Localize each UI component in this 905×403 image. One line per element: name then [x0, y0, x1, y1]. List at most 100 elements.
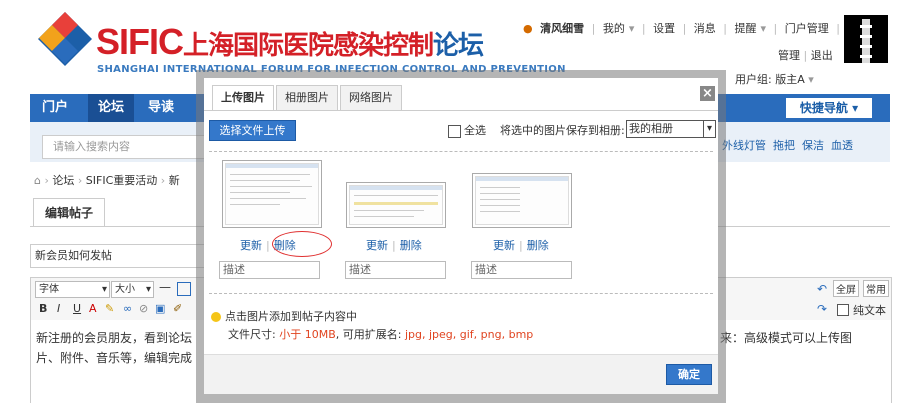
- insert-hint: 点击图片添加到帖子内容中: [211, 308, 357, 324]
- logo-cn-forum: 论坛: [433, 30, 484, 60]
- upload-file-button[interactable]: 选择文件上传: [209, 120, 296, 141]
- select-all[interactable]: 全选 将选中的图片保存到相册:: [448, 122, 625, 138]
- avatar-image-icon: [844, 15, 888, 63]
- highlight-icon[interactable]: ✎: [105, 302, 114, 315]
- logo-mark-icon: [38, 12, 92, 66]
- replace-image-link[interactable]: 更新: [493, 239, 515, 252]
- image-description-input[interactable]: 描述: [471, 261, 572, 279]
- user-group[interactable]: 用户组: 版主A ▾: [735, 71, 814, 87]
- file-size-label: 文件尺寸:: [228, 328, 276, 341]
- logout-link[interactable]: 退出: [811, 49, 833, 62]
- user-icon: ●: [523, 22, 533, 35]
- save-to-album-label: 将选中的图片保存到相册:: [500, 124, 625, 137]
- breadcrumb-item[interactable]: 新: [169, 174, 180, 187]
- link-icon[interactable]: ∞: [123, 302, 132, 315]
- lightbulb-icon: [211, 312, 221, 322]
- plain-text-checkbox[interactable]: [837, 304, 849, 316]
- select-all-checkbox[interactable]: [448, 124, 461, 138]
- ext-label: , 可用扩展名:: [335, 328, 402, 341]
- quick-nav-button[interactable]: 快捷导航 ▾: [786, 98, 872, 118]
- delete-image-link[interactable]: 删除: [527, 239, 549, 252]
- avatar[interactable]: [844, 15, 888, 63]
- image-actions: 更新 | 删除: [493, 239, 549, 252]
- notify-menu[interactable]: 提醒: [735, 22, 757, 35]
- highlight-annotation: [272, 231, 332, 257]
- unlink-icon[interactable]: ⊘: [139, 302, 148, 315]
- quick-nav-label: 快捷导航: [799, 101, 848, 115]
- font-select[interactable]: 字体 ▾: [35, 281, 110, 298]
- editor-text-left: 新注册的会员朋友，看到论坛片、附件、音乐等，编辑完成: [36, 331, 193, 365]
- tab-edit-post[interactable]: 编辑帖子: [33, 198, 105, 227]
- tab-web-image[interactable]: 网络图片: [340, 85, 402, 111]
- user-toolbar-row2: 管理 | 退出: [778, 49, 833, 62]
- chevron-down-icon: ▾: [145, 284, 151, 295]
- image-icon[interactable]: ▣: [155, 302, 165, 315]
- admin-link[interactable]: 管理: [778, 49, 800, 62]
- file-size-info: 文件尺寸: 小于 10MB, 可用扩展名: jpg, jpeg, gif, pn…: [228, 326, 533, 342]
- divider: [209, 151, 713, 152]
- hot-word[interactable]: 外线灯管: [722, 139, 766, 152]
- dialog-footer: [204, 354, 718, 394]
- insert-hint-text: 点击图片添加到帖子内容中: [225, 310, 357, 323]
- close-icon[interactable]: ×: [700, 86, 715, 101]
- common-button[interactable]: 常用: [863, 280, 889, 297]
- image-description-input[interactable]: 描述: [219, 261, 320, 279]
- ext-value: jpg, jpeg, gif, png, bmp: [404, 328, 534, 341]
- messages-link[interactable]: 消息: [694, 22, 716, 35]
- redo-icon[interactable]: ↷: [817, 302, 827, 316]
- breadcrumb-item[interactable]: 论坛: [52, 174, 74, 187]
- size-select-label: 大小: [115, 284, 135, 295]
- uploaded-image-thumb[interactable]: [346, 182, 446, 228]
- brush-icon[interactable]: ✐: [173, 302, 182, 315]
- font-color-icon[interactable]: A: [89, 302, 97, 315]
- chevron-down-icon: ▾: [852, 101, 859, 115]
- image-upload-dialog: 上传图片 相册图片 网络图片 × 选择文件上传 全选 将选中的图片保存到相册: …: [204, 78, 718, 394]
- chevron-down-icon: ▾: [101, 284, 107, 295]
- chevron-down-icon: ▾: [702, 121, 715, 137]
- image-actions: 更新 | 删除: [366, 239, 422, 252]
- italic-icon[interactable]: I: [57, 302, 60, 315]
- settings-link[interactable]: 设置: [653, 22, 675, 35]
- my-menu[interactable]: 我的: [603, 22, 625, 35]
- album-select[interactable]: 我的相册 ▾: [626, 120, 716, 138]
- chevron-down-icon: ▾: [760, 22, 767, 35]
- hot-word[interactable]: 保洁: [802, 139, 824, 152]
- hot-word[interactable]: 拖把: [773, 139, 795, 152]
- full-screen-button[interactable]: 全屏: [833, 280, 859, 297]
- hot-word[interactable]: 血透: [831, 139, 853, 152]
- user-group-label: 用户组: 版主A: [735, 73, 805, 86]
- site-logo[interactable]: SIFIC上海国际医院感染控制论坛: [96, 22, 484, 65]
- bold-icon[interactable]: B: [39, 302, 47, 315]
- plain-text-label: 纯文本: [853, 304, 886, 317]
- underline-icon[interactable]: U: [73, 302, 81, 315]
- uploaded-image-thumb[interactable]: [222, 160, 322, 228]
- delete-image-link[interactable]: 删除: [400, 239, 422, 252]
- replace-image-link[interactable]: 更新: [240, 239, 262, 252]
- uploaded-image-thumb[interactable]: [472, 173, 572, 228]
- size-select[interactable]: 大小 ▾: [111, 281, 154, 298]
- nav-item-portal[interactable]: 门户: [42, 94, 68, 122]
- hr-icon[interactable]: —: [159, 280, 171, 294]
- chevron-down-icon: ▾: [628, 22, 635, 35]
- portal-admin-link[interactable]: 门户管理: [785, 22, 829, 35]
- tab-upload-image[interactable]: 上传图片: [212, 85, 274, 111]
- home-icon[interactable]: ⌂: [34, 174, 41, 187]
- table-icon[interactable]: [177, 282, 191, 296]
- hot-words: 外线灯管 拖把 保洁 血透: [722, 137, 853, 153]
- file-size-value: 小于 10MB: [279, 328, 336, 341]
- font-select-label: 字体: [39, 284, 59, 295]
- undo-icon[interactable]: ↶: [817, 282, 827, 296]
- breadcrumb-item[interactable]: SIFIC重要活动: [86, 174, 157, 187]
- logo-cn: 上海国际医院感染控制: [183, 30, 434, 60]
- post-title-input[interactable]: 新会员如何发帖: [30, 244, 206, 268]
- tab-album-image[interactable]: 相册图片: [276, 85, 338, 111]
- replace-image-link[interactable]: 更新: [366, 239, 388, 252]
- album-select-value: 我的相册: [629, 122, 673, 135]
- nav-item-guide[interactable]: 导读: [148, 94, 174, 122]
- confirm-button[interactable]: 确定: [666, 364, 712, 385]
- nav-item-forum[interactable]: 论坛: [88, 94, 135, 122]
- username-link[interactable]: 清风细雪: [540, 22, 584, 35]
- image-description-input[interactable]: 描述: [345, 261, 446, 279]
- select-all-label: 全选: [464, 124, 486, 137]
- breadcrumb: ⌂ › 论坛 › SIFIC重要活动 › 新: [34, 174, 180, 187]
